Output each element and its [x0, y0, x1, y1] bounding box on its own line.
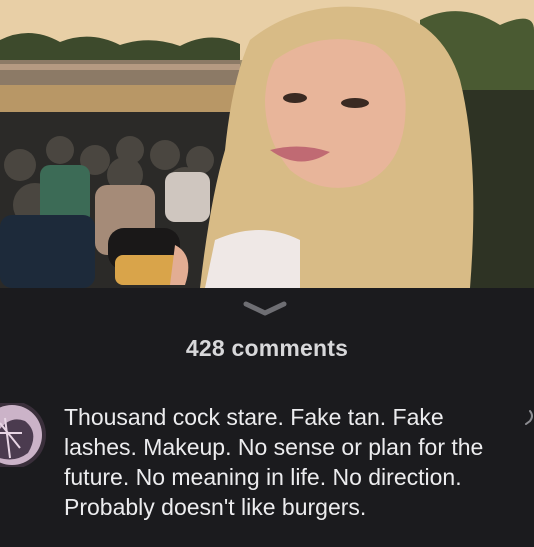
comments-count: 428 comments — [185, 335, 349, 361]
comment-text: Thousand cock stare. Fake tan. Fake lash… — [64, 404, 484, 520]
chevron-down-icon[interactable] — [242, 298, 288, 318]
more-icon[interactable] — [518, 408, 534, 426]
post-photo[interactable] — [0, 0, 534, 288]
avatar[interactable] — [0, 403, 46, 467]
photo-icon — [0, 0, 534, 288]
avatar-icon — [0, 403, 46, 467]
